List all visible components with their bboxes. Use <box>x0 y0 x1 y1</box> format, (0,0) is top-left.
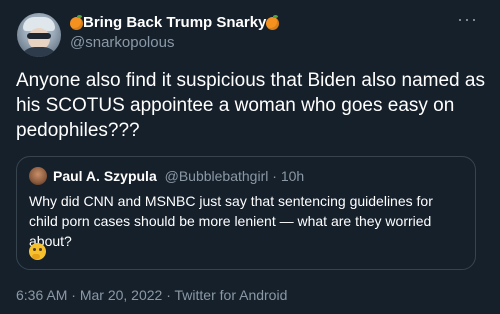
quoted-separator: · <box>268 168 281 184</box>
tweet-footer: 6:36 AM · Mar 20, 2022 · Twitter for And… <box>16 287 287 304</box>
author-display-name[interactable]: Bring Back Trump Snarky <box>83 14 266 32</box>
tweet-text: Anyone also find it suspicious that Bide… <box>16 70 485 141</box>
author-name-row[interactable]: Bring Back Trump Snarky <box>70 14 280 32</box>
orange-emoji-icon <box>70 14 83 30</box>
avatar-glasses <box>27 33 51 39</box>
footer-separator: · <box>162 287 175 303</box>
tweet-time[interactable]: 6:36 AM <box>16 287 67 303</box>
tweet-date[interactable]: Mar 20, 2022 <box>80 287 163 303</box>
quoted-tweet-text: Why did CNN and MSNBC just say that sent… <box>29 193 433 249</box>
tweet-source: Twitter for Android <box>174 287 288 303</box>
quoted-author-name: Paul A. Szypula <box>53 168 157 184</box>
quoted-author-handle: @Bubblebathgirl <box>164 168 269 184</box>
footer-separator: · <box>67 287 80 303</box>
tweet: Bring Back Trump Snarky @snarkopolous ··… <box>0 0 500 314</box>
avatar-shoulders <box>19 47 59 57</box>
author-avatar[interactable] <box>17 13 61 57</box>
quoted-tweet[interactable]: Paul A. Szypula @Bubblebathgirl · 10h Wh… <box>16 156 476 270</box>
thinking-face-icon <box>29 243 46 260</box>
quoted-tweet-header: Paul A. Szypula @Bubblebathgirl · 10h <box>53 168 304 185</box>
more-options-icon[interactable]: ··· <box>457 10 478 28</box>
orange-emoji-icon <box>266 14 280 30</box>
quoted-time: 10h <box>280 168 305 184</box>
quoted-author-avatar <box>29 167 47 185</box>
author-handle[interactable]: @snarkopolous <box>70 34 174 52</box>
